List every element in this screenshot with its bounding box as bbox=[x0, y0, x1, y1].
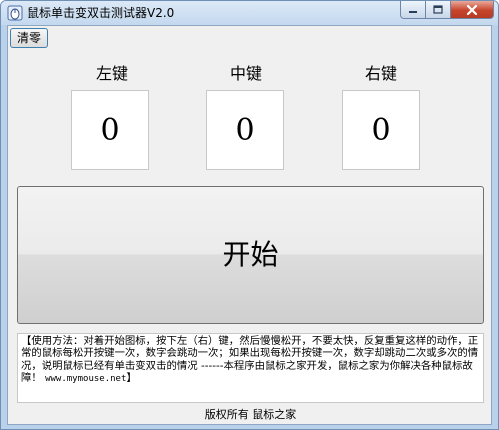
left-key-label: 左键 bbox=[95, 64, 128, 83]
close-button[interactable] bbox=[451, 1, 494, 19]
client-area: 清零 左键 中键 右键 0 0 0 开始 【使用方法：对着开始图标，按下左（右）… bbox=[7, 25, 492, 425]
reset-button[interactable]: 清零 bbox=[10, 28, 48, 48]
maximize-icon bbox=[433, 5, 443, 14]
window-title: 鼠标单击变双击测试器V2.0 bbox=[27, 6, 175, 20]
website-link[interactable]: www.mymouse.net bbox=[45, 374, 126, 384]
minimize-button[interactable] bbox=[400, 1, 426, 19]
window-controls bbox=[400, 1, 494, 19]
close-icon bbox=[466, 4, 478, 15]
middle-key-label: 中键 bbox=[229, 64, 262, 83]
right-key-counter: 0 bbox=[342, 90, 420, 170]
mouse-app-icon bbox=[7, 5, 23, 21]
instructions-text: 【使用方法：对着开始图标，按下左（右）键，然后慢慢松开，不要太快，反复重复这样的… bbox=[17, 333, 484, 403]
minimize-icon bbox=[409, 10, 417, 13]
middle-key-counter: 0 bbox=[206, 90, 284, 170]
left-key-counter: 0 bbox=[71, 90, 149, 170]
app-window: 鼠标单击变双击测试器V2.0 清零 左键 中键 右键 0 0 0 开始 【使用方… bbox=[0, 0, 499, 430]
copyright-footer: 版权所有 鼠标之家 bbox=[204, 408, 297, 421]
right-key-label: 右键 bbox=[364, 64, 397, 83]
title-bar[interactable]: 鼠标单击变双击测试器V2.0 bbox=[1, 1, 498, 25]
instructions-suffix: 】 bbox=[126, 371, 137, 384]
start-button[interactable]: 开始 bbox=[17, 186, 484, 324]
maximize-button[interactable] bbox=[426, 1, 451, 19]
